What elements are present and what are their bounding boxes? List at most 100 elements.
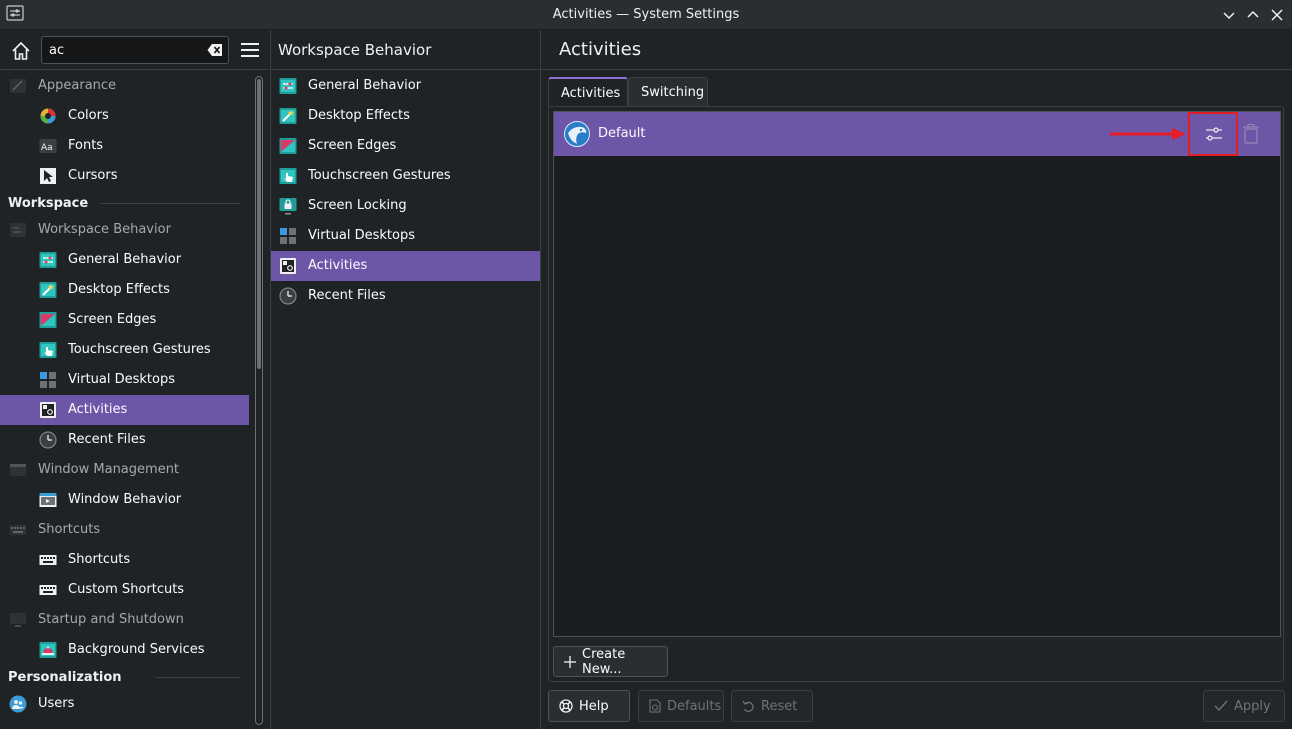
- background-services-icon: [39, 642, 57, 658]
- apply-button[interactable]: Apply: [1203, 690, 1285, 722]
- sidebar-item-virtual-desktops[interactable]: Virtual Desktops: [0, 365, 249, 395]
- section-heading: Workspace: [8, 196, 89, 211]
- workspace-behavior-icon: [10, 223, 26, 237]
- sidebar-item-activities[interactable]: Activities: [0, 395, 249, 425]
- help-lifebuoy-icon: [559, 699, 573, 713]
- annotation-arrow: [1110, 128, 1186, 140]
- screen-edges-icon: [39, 312, 57, 328]
- sidebar-item-label: Workspace Behavior: [38, 222, 171, 237]
- reset-button[interactable]: Reset: [731, 690, 813, 722]
- subcategory-item-label: Screen Edges: [308, 138, 397, 153]
- fonts-icon: Aa: [39, 139, 57, 153]
- defaults-label: Defaults: [667, 698, 722, 714]
- sidebar-item-label: Window Management: [38, 462, 180, 477]
- window-management-icon: [10, 464, 26, 476]
- sidebar-item-label: Window Behavior: [68, 492, 182, 507]
- subcategory-item-touchscreen-gestures[interactable]: Touchscreen Gestures: [271, 161, 540, 191]
- sidebar-item-label: Shortcuts: [68, 552, 131, 567]
- sidebar-item-desktop-effects[interactable]: Desktop Effects: [0, 275, 249, 305]
- minimize-button[interactable]: [1219, 5, 1239, 25]
- sidebar-item-recent-files[interactable]: Recent Files: [0, 425, 249, 455]
- sidebar-item-appearance[interactable]: Appearance: [0, 71, 249, 101]
- subcategory-header: Workspace Behavior: [271, 30, 540, 70]
- section-divider: [101, 203, 241, 204]
- sidebar-item-startup-and-shutdown[interactable]: Startup and Shutdown: [0, 605, 249, 635]
- search-input[interactable]: [49, 42, 199, 58]
- sidebar-item-label: Shortcuts: [38, 522, 101, 537]
- activities-list: Default: [553, 111, 1281, 637]
- virtual-desktops-icon: [280, 228, 296, 244]
- sidebar-item-workspace-behavior[interactable]: Workspace Behavior: [0, 215, 249, 245]
- subcategory-item-screen-edges[interactable]: Screen Edges: [271, 131, 540, 161]
- maximize-button[interactable]: [1243, 5, 1263, 25]
- undo-icon: [742, 700, 754, 712]
- defaults-button[interactable]: Defaults: [638, 690, 724, 722]
- sidebar-item-background-services[interactable]: Background Services: [0, 635, 249, 665]
- sidebar-item-label: Users: [38, 696, 75, 711]
- help-button[interactable]: Help: [548, 690, 630, 722]
- sidebar-item-label: Appearance: [38, 78, 117, 93]
- sidebar-item-window-behavior[interactable]: Window Behavior: [0, 485, 249, 515]
- sidebar-scrollbar[interactable]: [255, 76, 263, 725]
- section-heading: Personalization: [8, 670, 122, 685]
- section-divider: [155, 677, 241, 678]
- sidebar-scrollbar-thumb[interactable]: [257, 79, 261, 369]
- close-icon: [1271, 9, 1283, 21]
- activities-panel: Default Create New...: [548, 106, 1284, 682]
- sidebar-header: [0, 30, 269, 70]
- recent-files-icon: [279, 287, 297, 305]
- clear-text-icon[interactable]: [207, 43, 223, 57]
- subcategory-item-activities[interactable]: Activities: [271, 251, 540, 281]
- sidebar: Appearance Colors Aa Fonts Cursors Workspace W…: [0, 30, 269, 729]
- subcategory-item-recent-files[interactable]: Recent Files: [271, 281, 540, 311]
- sidebar-item-shortcuts[interactable]: Shortcuts: [0, 545, 249, 575]
- close-button[interactable]: [1267, 5, 1287, 25]
- subcategory-item-desktop-effects[interactable]: Desktop Effects: [271, 101, 540, 131]
- content-area: Activities Activities Switching Default: [541, 30, 1292, 729]
- activity-row-default[interactable]: Default: [554, 112, 1280, 156]
- sidebar-item-label: Virtual Desktops: [68, 372, 175, 387]
- subcategory-item-label: General Behavior: [308, 78, 422, 93]
- sidebar-item-touchscreen-gestures[interactable]: Touchscreen Gestures: [0, 335, 249, 365]
- subcategory-panel: Workspace Behavior General Behavior Deskt…: [271, 30, 540, 729]
- window-behavior-icon: [39, 493, 57, 507]
- sidebar-item-label: Custom Shortcuts: [68, 582, 185, 597]
- desktop-effects-icon: [39, 282, 57, 298]
- sidebar-item-custom-shortcuts[interactable]: Custom Shortcuts: [0, 575, 249, 605]
- subcategory-item-label: Desktop Effects: [308, 108, 410, 123]
- appearance-icon: [10, 79, 26, 93]
- sidebar-item-shortcuts[interactable]: Shortcuts: [0, 515, 249, 545]
- sidebar-item-cursors[interactable]: Cursors: [0, 161, 249, 191]
- sidebar-item-users[interactable]: Users: [0, 689, 249, 719]
- sidebar-item-window-management[interactable]: Window Management: [0, 455, 249, 485]
- subcategory-item-label: Touchscreen Gestures: [308, 168, 451, 183]
- sidebar-item-colors[interactable]: Colors: [0, 101, 249, 131]
- subcategory-item-screen-locking[interactable]: Screen Locking: [271, 191, 540, 221]
- configure-activity-button[interactable]: [1188, 112, 1238, 156]
- sidebar-item-screen-edges[interactable]: Screen Edges: [0, 305, 249, 335]
- page-title: Activities: [559, 39, 642, 60]
- delete-activity-icon[interactable]: [1242, 124, 1260, 144]
- reset-label: Reset: [761, 698, 798, 714]
- sidebar-item-label: General Behavior: [68, 252, 182, 267]
- tab-activities[interactable]: Activities: [548, 77, 628, 107]
- cursors-icon: [40, 168, 56, 184]
- sidebar-item-label: Desktop Effects: [68, 282, 170, 297]
- sidebar-item-label: Colors: [68, 108, 109, 123]
- sidebar-item-fonts[interactable]: Aa Fonts: [0, 131, 249, 161]
- home-icon[interactable]: [10, 40, 32, 62]
- sidebar-item-general-behavior[interactable]: General Behavior: [0, 245, 249, 275]
- hamburger-menu-icon[interactable]: [241, 42, 259, 58]
- sidebar-item-label: Fonts: [68, 138, 104, 153]
- sidebar-item-label: Cursors: [68, 168, 118, 183]
- title-bar: Activities — System Settings: [0, 0, 1292, 30]
- subcategory-item-general-behavior[interactable]: General Behavior: [271, 71, 540, 101]
- startup-shutdown-icon: [10, 613, 26, 627]
- create-new-activity-button[interactable]: Create New...: [553, 646, 668, 677]
- sidebar-item-label: Screen Edges: [68, 312, 157, 327]
- tab-switching[interactable]: Switching: [628, 77, 708, 107]
- checkmark-icon: [1214, 700, 1228, 712]
- subcategory-item-label: Recent Files: [308, 288, 386, 303]
- subcategory-item-virtual-desktops[interactable]: Virtual Desktops: [271, 221, 540, 251]
- sidebar-item-label: Startup and Shutdown: [38, 612, 184, 627]
